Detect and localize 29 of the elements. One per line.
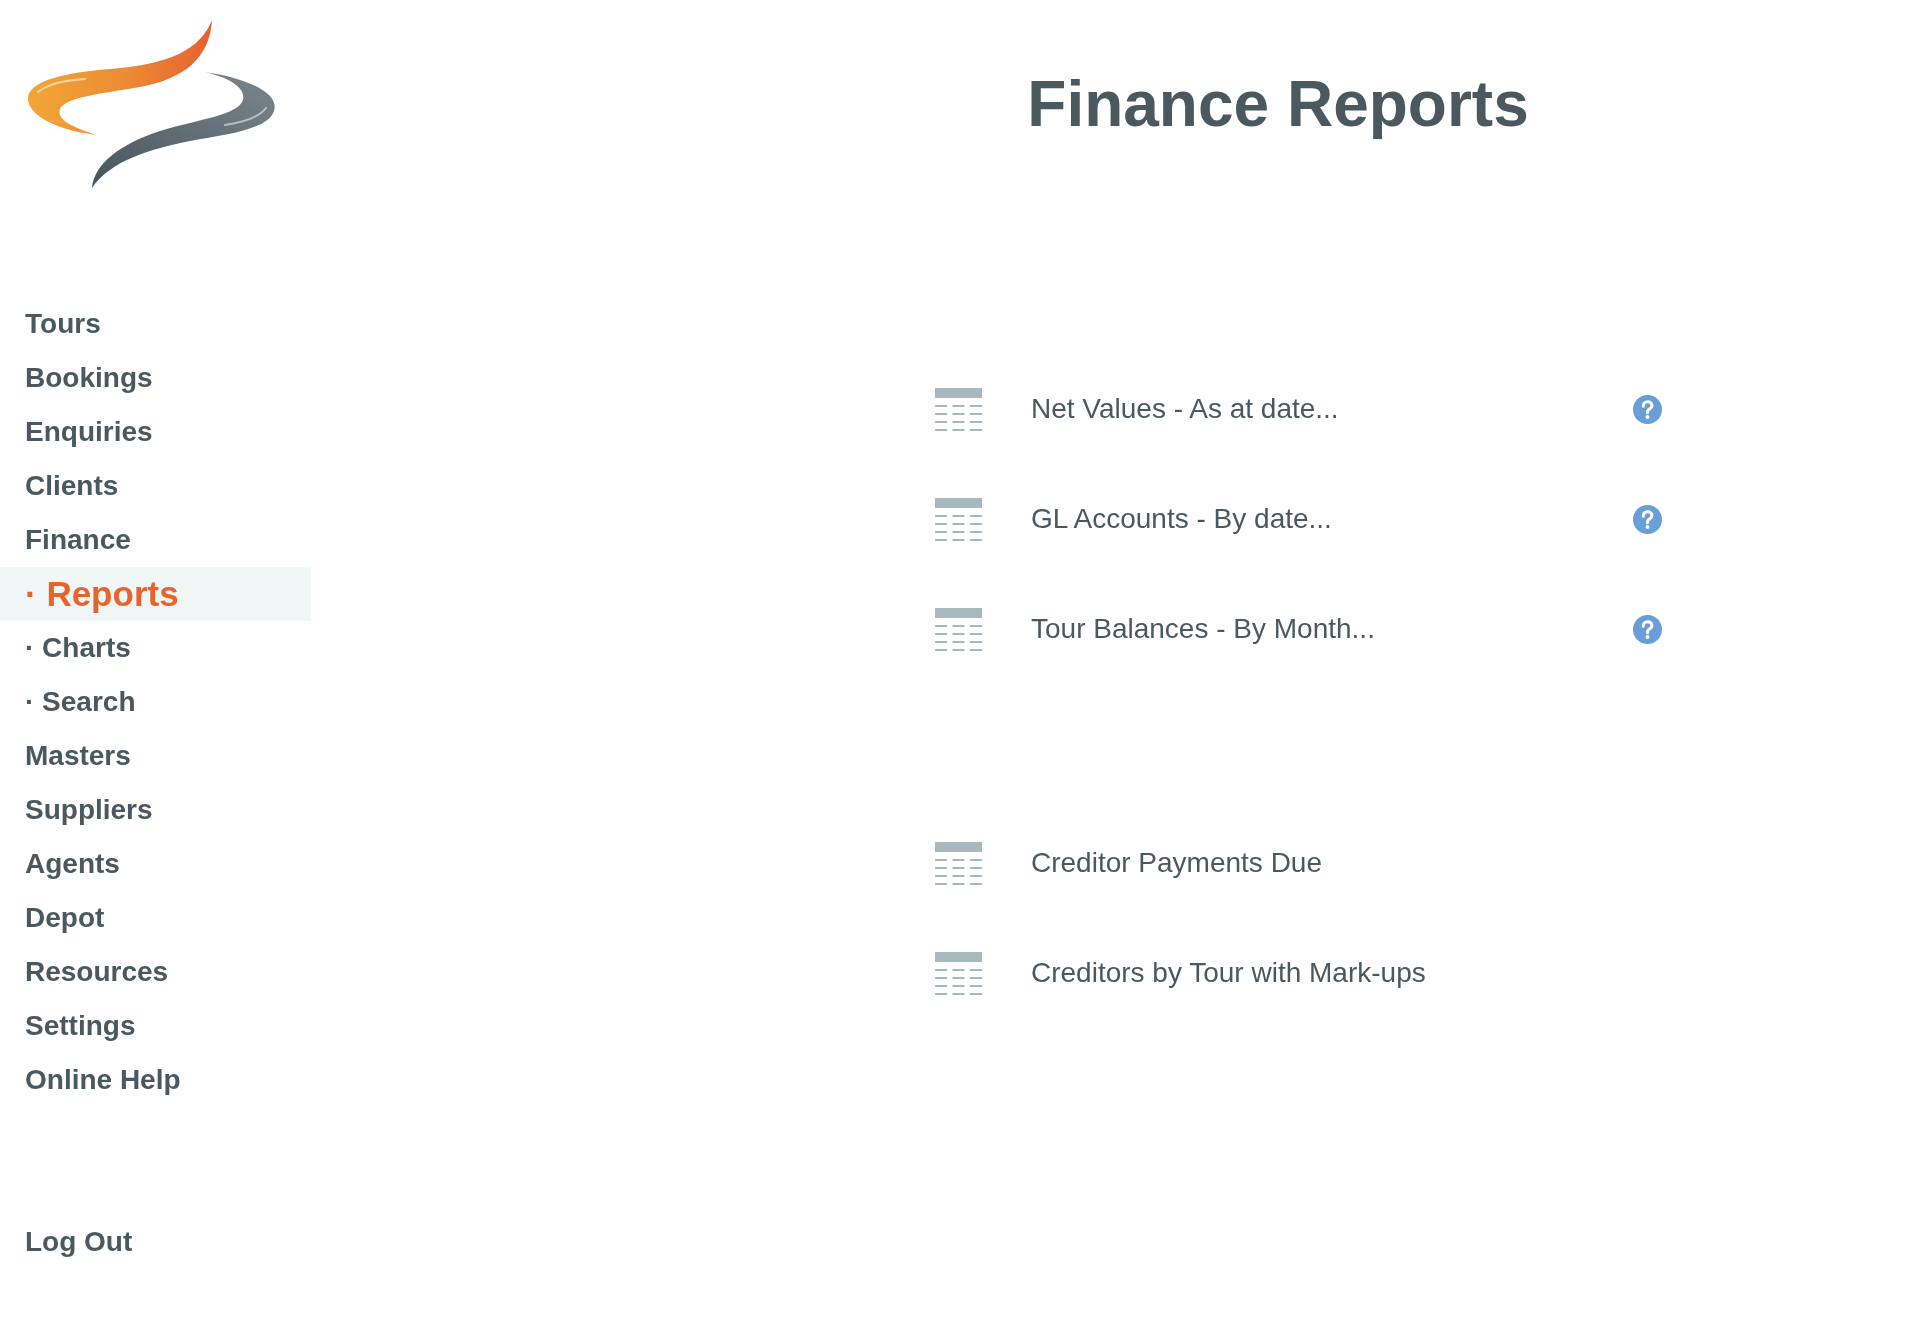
sidebar-nav-item[interactable]: Resources bbox=[25, 955, 169, 989]
table-icon bbox=[935, 387, 982, 431]
sidebar-nav-item[interactable]: · Search bbox=[25, 685, 136, 719]
sidebar-nav-item[interactable]: Finance bbox=[25, 523, 131, 557]
report-link[interactable]: Net Values - As at date... bbox=[1031, 392, 1339, 426]
sidebar-nav-item[interactable]: Settings bbox=[25, 1009, 136, 1043]
report-link[interactable]: GL Accounts - By date... bbox=[1031, 502, 1332, 536]
sidebar-nav-item[interactable]: Tours bbox=[25, 307, 101, 341]
table-icon bbox=[935, 607, 982, 651]
sidebar-nav-item[interactable]: Agents bbox=[25, 847, 120, 881]
sidebar-nav-item[interactable]: Enquiries bbox=[25, 415, 153, 449]
help-icon[interactable] bbox=[1633, 504, 1662, 534]
help-icon[interactable] bbox=[1633, 614, 1662, 644]
report-link[interactable]: Creditor Payments Due bbox=[1031, 846, 1322, 880]
help-icon[interactable] bbox=[1633, 394, 1662, 424]
sidebar-nav-item[interactable]: Clients bbox=[25, 469, 119, 503]
report-link[interactable]: Tour Balances - By Month... bbox=[1031, 612, 1375, 646]
sidebar-nav-item[interactable]: Suppliers bbox=[25, 793, 153, 827]
report-link[interactable]: Creditors by Tour with Mark-ups bbox=[1031, 956, 1426, 990]
table-icon bbox=[935, 841, 982, 885]
table-icon bbox=[935, 497, 982, 541]
sidebar-nav-item[interactable]: Online Help bbox=[25, 1063, 181, 1097]
sidebar-nav-item[interactable]: Depot bbox=[25, 901, 105, 935]
table-icon bbox=[935, 951, 982, 995]
log-out-link[interactable]: Log Out bbox=[25, 1225, 133, 1259]
sidebar-nav-item[interactable]: Masters bbox=[25, 739, 131, 773]
sidebar-nav-item[interactable]: · Charts bbox=[25, 631, 131, 665]
page-title: Finance Reports bbox=[1027, 67, 1529, 141]
sidebar-nav-item[interactable]: Bookings bbox=[25, 361, 153, 395]
